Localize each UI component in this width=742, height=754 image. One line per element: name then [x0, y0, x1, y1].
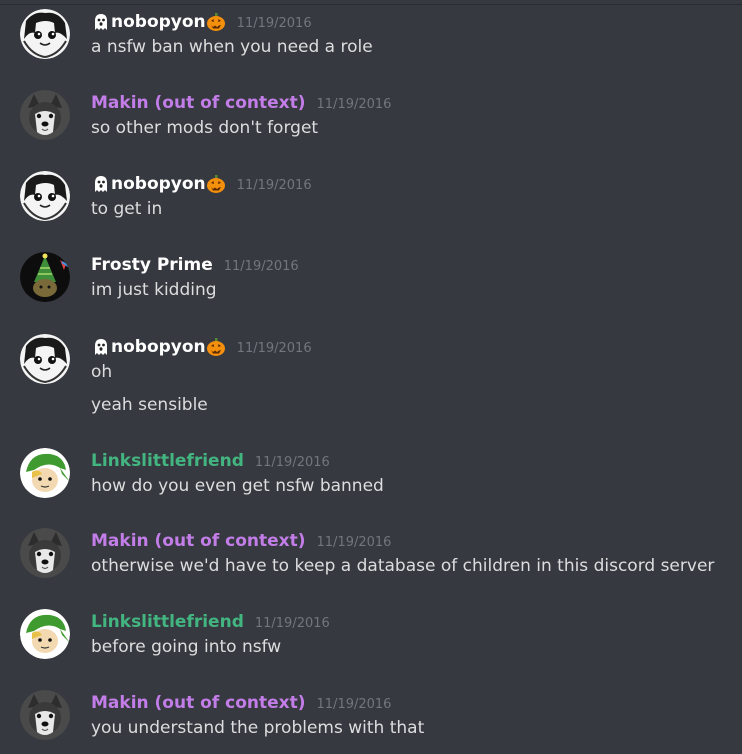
- message-header: Frosty Prime 11/19/2016: [91, 252, 299, 278]
- timestamp[interactable]: 11/19/2016: [237, 178, 312, 193]
- message-header: Makin (out of context) 11/19/2016: [91, 528, 391, 554]
- message-header: nobopyon 11/19/2016: [91, 334, 312, 360]
- author-name-text: nobopyon: [111, 12, 206, 32]
- message-text: a nsfw ban when you need a role: [91, 37, 373, 57]
- message-group: Linkslittlefriend 11/19/2016 how do you …: [20, 448, 734, 508]
- author-name[interactable]: Linkslittlefriend: [91, 451, 244, 471]
- message-text: yeah sensible: [91, 395, 208, 415]
- author-name[interactable]: nobopyon: [91, 174, 226, 194]
- message-header: Linkslittlefriend 11/19/2016: [91, 609, 330, 635]
- author-name[interactable]: Makin (out of context): [91, 93, 306, 113]
- author-name[interactable]: nobopyon: [91, 12, 226, 32]
- message-header: nobopyon 11/19/2016: [91, 171, 312, 197]
- timestamp[interactable]: 11/19/2016: [237, 16, 312, 31]
- jack-o-lantern-emoji-icon: [206, 337, 226, 357]
- ghost-emoji-icon: [91, 174, 111, 194]
- message-group: Linkslittlefriend 11/19/2016 before goin…: [20, 609, 734, 669]
- ghost-emoji-icon: [91, 337, 111, 357]
- message-text: otherwise we'd have to keep a database o…: [91, 556, 715, 576]
- green-cap-elf-avatar[interactable]: [20, 448, 70, 498]
- author-name[interactable]: Makin (out of context): [91, 531, 306, 551]
- manga-girl-avatar[interactable]: [20, 334, 70, 384]
- author-name[interactable]: Linkslittlefriend: [91, 612, 244, 632]
- chat-messages: nobopyon 11/19/2016 a nsfw ban when you …: [0, 0, 742, 754]
- author-name[interactable]: nobopyon: [91, 337, 226, 357]
- message-group: nobopyon 11/19/2016 oh yeah sensible: [20, 334, 734, 424]
- message-text: so other mods don't forget: [91, 118, 319, 138]
- jack-o-lantern-emoji-icon: [206, 12, 226, 32]
- timestamp[interactable]: 11/19/2016: [237, 341, 312, 356]
- top-divider: [0, 0, 742, 5]
- manga-girl-avatar[interactable]: [20, 171, 70, 221]
- message-group: nobopyon 11/19/2016 to get in: [20, 171, 734, 231]
- author-name[interactable]: Frosty Prime: [91, 255, 213, 275]
- message-header: Makin (out of context) 11/19/2016: [91, 90, 391, 116]
- husky-dog-avatar[interactable]: [20, 90, 70, 140]
- message-text: to get in: [91, 199, 163, 219]
- message-text: you understand the problems with that: [91, 718, 425, 738]
- message-group: Makin (out of context) 11/19/2016 so oth…: [20, 90, 734, 150]
- author-name[interactable]: Makin (out of context): [91, 693, 306, 713]
- timestamp[interactable]: 11/19/2016: [224, 259, 299, 274]
- jack-o-lantern-emoji-icon: [206, 174, 226, 194]
- green-cap-elf-avatar[interactable]: [20, 609, 70, 659]
- timestamp[interactable]: 11/19/2016: [255, 455, 330, 470]
- timestamp[interactable]: 11/19/2016: [317, 697, 392, 712]
- message-header: Linkslittlefriend 11/19/2016: [91, 448, 330, 474]
- party-hat-avatar[interactable]: [20, 252, 70, 302]
- message-group: nobopyon 11/19/2016 a nsfw ban when you …: [20, 9, 734, 69]
- author-name-text: nobopyon: [111, 337, 206, 357]
- timestamp[interactable]: 11/19/2016: [255, 616, 330, 631]
- message-group: Frosty Prime 11/19/2016 im just kidding: [20, 252, 734, 312]
- author-name-text: nobopyon: [111, 174, 206, 194]
- husky-dog-avatar[interactable]: [20, 690, 70, 740]
- message-text: before going into nsfw: [91, 637, 282, 657]
- manga-girl-avatar[interactable]: [20, 9, 70, 59]
- message-header: nobopyon 11/19/2016: [91, 9, 312, 35]
- timestamp[interactable]: 11/19/2016: [317, 97, 392, 112]
- husky-dog-avatar[interactable]: [20, 528, 70, 578]
- message-header: Makin (out of context) 11/19/2016: [91, 690, 391, 716]
- message-text: how do you even get nsfw banned: [91, 476, 384, 496]
- message-group: Makin (out of context) 11/19/2016 you un…: [20, 690, 734, 750]
- message-group: Makin (out of context) 11/19/2016 otherw…: [20, 528, 734, 588]
- ghost-emoji-icon: [91, 12, 111, 32]
- message-text: im just kidding: [91, 280, 217, 300]
- timestamp[interactable]: 11/19/2016: [317, 535, 392, 550]
- message-text: oh: [91, 362, 113, 382]
